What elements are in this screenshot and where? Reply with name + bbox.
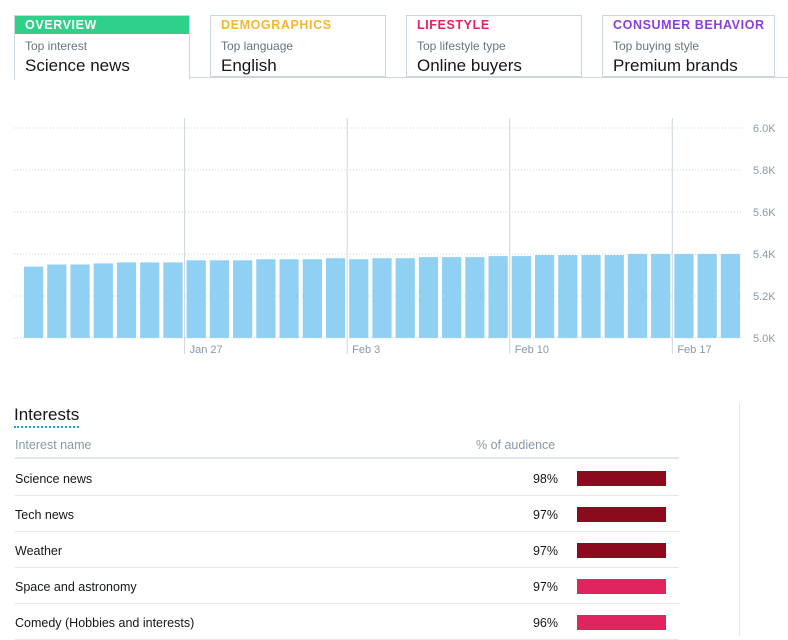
x-tick-label: Feb 3 — [352, 344, 380, 356]
column-header-percent-audience: % of audience — [476, 438, 556, 452]
tab-consumer-behavior-subtitle: Top buying style — [613, 39, 700, 53]
chart-bar — [70, 264, 90, 338]
column-header-interest-name: Interest name — [15, 438, 92, 452]
interest-percent: 97% — [532, 544, 558, 558]
table-row: Tech news 97% — [15, 495, 679, 532]
chart-bar — [581, 255, 601, 338]
tab-overview-subtitle: Top interest — [25, 39, 88, 53]
chart-bar — [558, 255, 578, 338]
y-tick-label: 5.6K — [753, 207, 776, 219]
y-tick-label: 5.4K — [753, 249, 776, 261]
chart-bar — [302, 259, 322, 338]
tab-overview-value: Science news — [25, 56, 130, 75]
tab-demographics-value: English — [221, 56, 277, 75]
chart-bar — [279, 259, 299, 338]
chart-bar — [349, 259, 369, 338]
interest-percent: 98% — [532, 472, 558, 486]
interests-table-header: Interest name % of audience — [15, 437, 679, 459]
chart-bar — [163, 262, 183, 338]
tab-lifestyle-subtitle: Top lifestyle type — [417, 39, 506, 53]
chart-bar — [534, 255, 555, 338]
tab-divider — [190, 77, 788, 78]
chart-bar — [116, 262, 137, 338]
tab-consumer-behavior[interactable]: CONSUMER BEHAVIOR Top buying style Premi… — [602, 15, 775, 77]
chart-bar — [233, 260, 253, 338]
interest-name: Science news — [15, 472, 93, 486]
tab-consumer-behavior-value: Premium brands — [613, 56, 738, 75]
chart-bar — [720, 254, 740, 338]
interest-bar — [577, 471, 666, 486]
interest-bar — [577, 543, 666, 558]
interest-percent: 97% — [532, 580, 558, 594]
chart-bar — [256, 259, 276, 338]
chart-bar — [325, 258, 346, 338]
tab-demographics[interactable]: DEMOGRAPHICS Top language English — [210, 15, 386, 77]
interest-percent: 96% — [532, 616, 558, 630]
tab-lifestyle[interactable]: LIFESTYLE Top lifestyle type Online buye… — [406, 15, 582, 77]
interest-name: Comedy (Hobbies and interests) — [15, 616, 195, 630]
chart-bar — [418, 257, 439, 338]
table-row: Space and astronomy 97% — [15, 567, 679, 604]
interest-name: Space and astronomy — [15, 580, 137, 594]
chart-bar — [604, 255, 624, 338]
y-tick-label: 6.0K — [753, 123, 776, 135]
interest-bar — [577, 507, 666, 522]
tab-demographics-subtitle: Top language — [221, 39, 294, 53]
chart-bar — [372, 258, 392, 338]
interest-name: Weather — [15, 544, 63, 558]
interest-bar — [577, 579, 666, 594]
table-row: Science news 98% — [15, 459, 679, 496]
table-row: Comedy (Hobbies and interests) 96% — [15, 603, 679, 640]
interests-title[interactable]: Interests — [14, 405, 80, 428]
tab-lifestyle-value: Online buyers — [417, 56, 522, 75]
chart-bar — [674, 254, 694, 338]
interest-percent: 97% — [532, 508, 558, 522]
panel-divider — [739, 403, 740, 636]
chart-bar — [442, 257, 462, 338]
tab-overview-label: OVERVIEW — [15, 16, 189, 34]
chart-bar — [465, 257, 485, 338]
interest-bar — [577, 615, 666, 630]
tab-overview[interactable]: OVERVIEW Top interest Science news — [14, 15, 190, 79]
chart-bar — [395, 258, 415, 338]
x-tick-label: Feb 17 — [677, 344, 711, 356]
chart-bar — [651, 254, 671, 338]
x-tick-label: Feb 10 — [515, 344, 549, 356]
chart-bar — [186, 260, 206, 338]
chart-bar — [47, 264, 67, 338]
chart-bar — [140, 262, 160, 338]
interest-name: Tech news — [15, 508, 75, 522]
tab-lifestyle-label: LIFESTYLE — [417, 18, 490, 32]
y-tick-label: 5.2K — [753, 291, 776, 303]
audience-chart: 6.0K 5.8K 5.6K 5.4K 5.2K 5.0K Jan 27 Feb 3 Feb 1… — [14, 118, 776, 356]
chart-bar — [93, 263, 113, 338]
tab-consumer-behavior-label: CONSUMER BEHAVIOR — [613, 18, 765, 32]
chart-bar — [511, 256, 531, 338]
table-row: Weather 97% — [15, 531, 679, 568]
chart-bar — [627, 254, 648, 338]
chart-bar — [209, 260, 230, 338]
tab-demographics-label: DEMOGRAPHICS — [221, 18, 332, 32]
y-tick-label: 5.0K — [753, 333, 776, 345]
chart-bar — [488, 256, 508, 338]
x-tick-label: Jan 27 — [190, 344, 223, 356]
y-tick-label: 5.8K — [753, 165, 776, 177]
chart-bar — [24, 266, 44, 338]
chart-bar — [697, 254, 717, 338]
